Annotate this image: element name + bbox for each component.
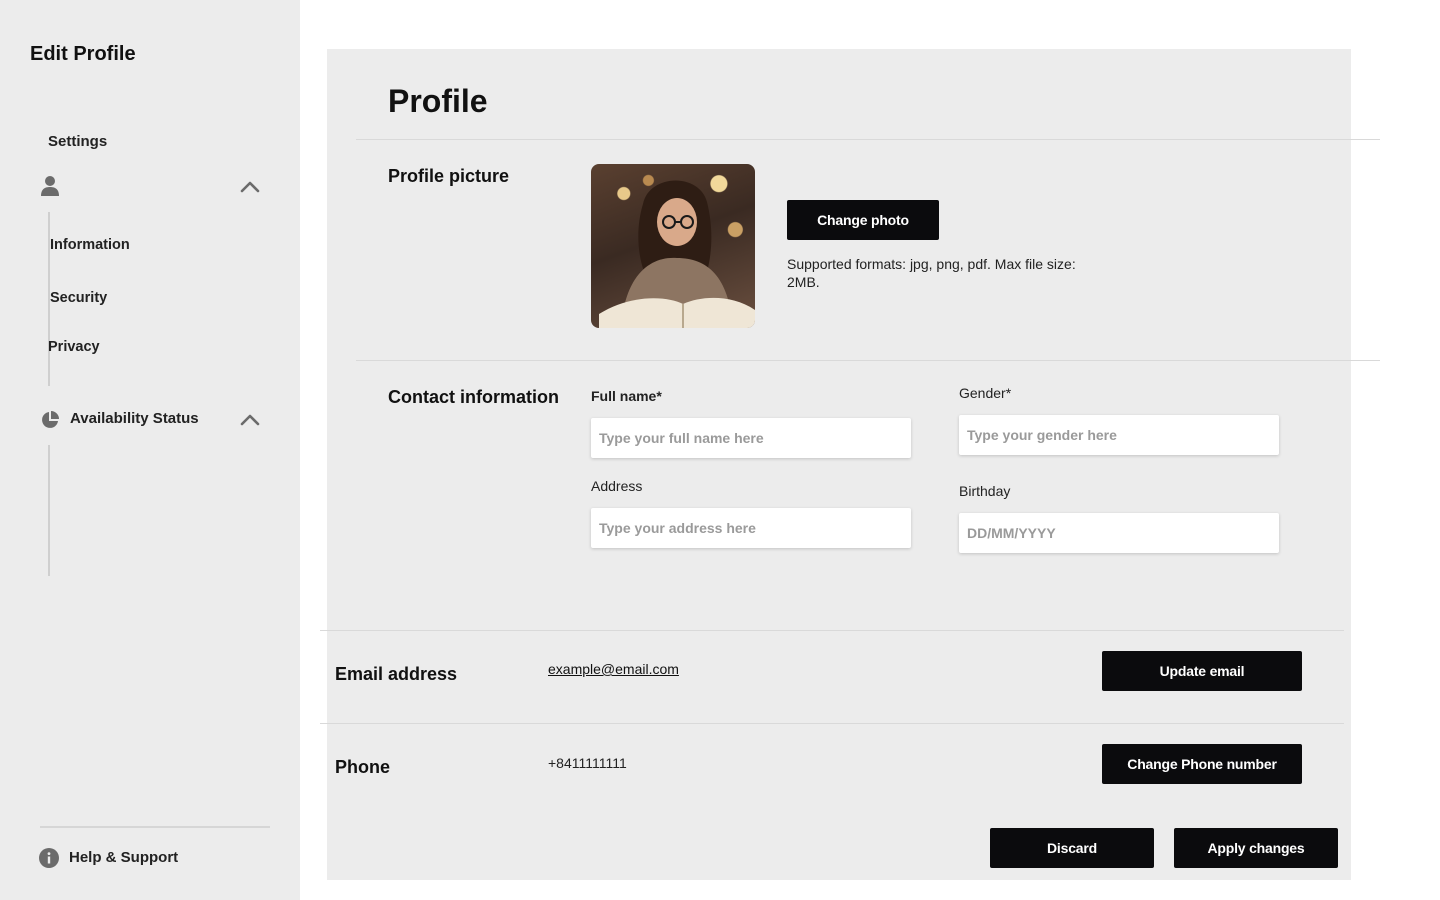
chevron-up-icon[interactable] bbox=[240, 413, 260, 431]
sidebar-item-information[interactable]: Information bbox=[50, 237, 130, 253]
profile-photo bbox=[591, 164, 755, 328]
address-label: Address bbox=[591, 478, 643, 494]
sidebar-divider bbox=[40, 826, 270, 828]
page-title: Profile bbox=[388, 83, 488, 119]
birthday-label: Birthday bbox=[959, 483, 1011, 499]
discard-button[interactable]: Discard bbox=[990, 828, 1154, 868]
chevron-up-icon[interactable] bbox=[240, 180, 260, 198]
change-phone-button[interactable]: Change Phone number bbox=[1102, 744, 1302, 784]
sidebar-item-settings[interactable]: Settings bbox=[48, 133, 107, 150]
apply-changes-button[interactable]: Apply changes bbox=[1174, 828, 1338, 868]
phone-value: +8411111111 bbox=[548, 755, 627, 771]
info-icon[interactable] bbox=[39, 848, 59, 873]
birthday-input[interactable] bbox=[959, 513, 1279, 553]
profile-picture-heading: Profile picture bbox=[388, 166, 510, 186]
full-name-label: Full name* bbox=[591, 388, 662, 404]
sidebar-item-privacy[interactable]: Privacy bbox=[48, 339, 100, 355]
contact-information-heading: Contact information bbox=[388, 387, 559, 407]
divider bbox=[356, 360, 1380, 361]
address-input[interactable] bbox=[591, 508, 911, 548]
change-photo-button[interactable]: Change photo bbox=[787, 200, 939, 240]
pie-chart-icon[interactable] bbox=[40, 410, 60, 435]
sidebar-title: Edit Profile bbox=[30, 43, 136, 65]
help-support-link[interactable]: Help & Support bbox=[69, 849, 178, 866]
divider bbox=[356, 139, 1380, 140]
user-icon[interactable] bbox=[40, 175, 60, 202]
sidebar: Edit Profile Settings Information Securi… bbox=[0, 0, 300, 900]
gender-input[interactable] bbox=[959, 415, 1279, 455]
sidebar-item-security[interactable]: Security bbox=[50, 290, 107, 306]
update-email-button[interactable]: Update email bbox=[1102, 651, 1302, 691]
email-value-link[interactable]: example@email.com bbox=[548, 661, 679, 677]
availability-group-line bbox=[48, 445, 50, 576]
phone-label: Phone bbox=[335, 757, 391, 777]
sidebar-item-availability[interactable]: Availability Status bbox=[70, 410, 199, 427]
profile-panel: Profile Profile picture Change photo Sup… bbox=[320, 49, 1380, 880]
full-name-input[interactable] bbox=[591, 418, 911, 458]
divider bbox=[320, 723, 1344, 724]
supported-formats-text: Supported formats: jpg, png, pdf. Max fi… bbox=[787, 256, 1076, 290]
email-address-label: Email address bbox=[335, 664, 458, 684]
divider bbox=[320, 630, 1344, 631]
gender-label: Gender* bbox=[959, 385, 1012, 401]
